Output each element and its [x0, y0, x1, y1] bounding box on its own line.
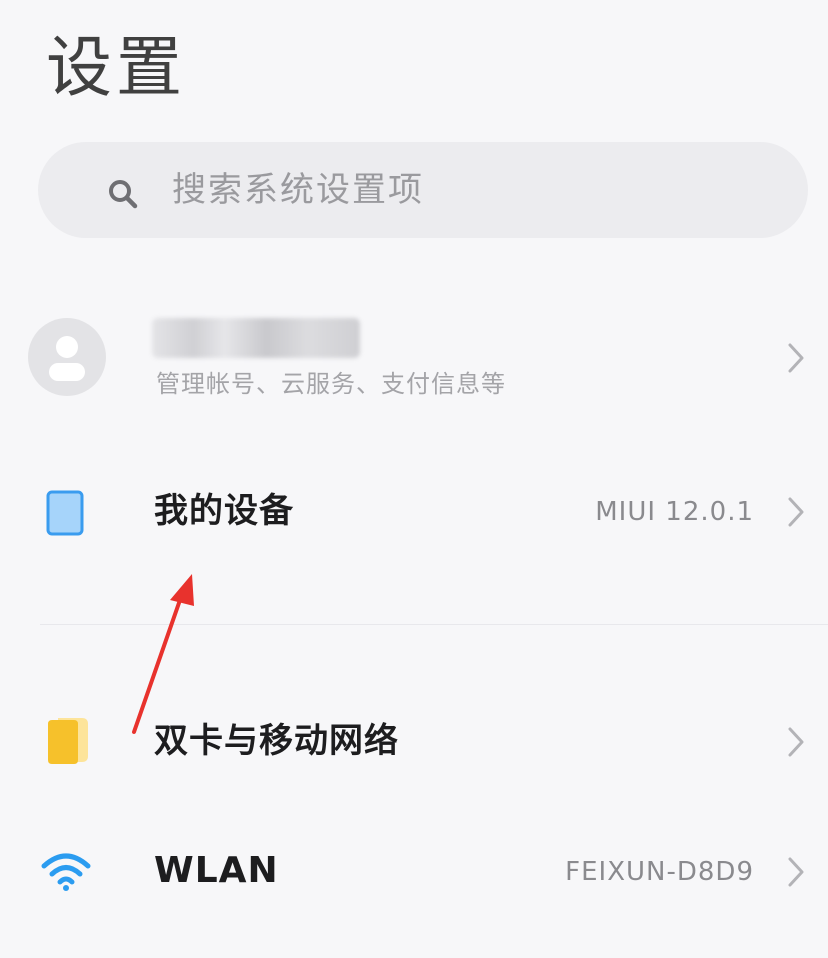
chevron-right-icon [788, 857, 804, 887]
page-title: 设置 [46, 29, 186, 106]
chevron-right-icon [788, 343, 804, 373]
annotation-arrow-icon [132, 574, 194, 734]
account-name-redacted [152, 318, 360, 358]
settings-item-wlan[interactable]: WLAN FEIXUN-D8D9 [0, 820, 828, 930]
search-placeholder: 搜索系统设置项 [172, 170, 424, 210]
settings-item-value: FEIXUN-D8D9 [565, 857, 754, 887]
sim-card-icon [48, 718, 88, 764]
settings-page: 设置 搜索系统设置项 管理帐号、云服务、支付信息等 我的设备 MIUI 12.0… [0, 0, 828, 958]
settings-item-value: MIUI 12.0.1 [595, 497, 754, 527]
account-subtitle: 管理帐号、云服务、支付信息等 [156, 370, 506, 398]
account-row[interactable]: 管理帐号、云服务、支付信息等 [0, 300, 828, 420]
settings-item-label: WLAN [154, 850, 279, 891]
user-avatar-icon [28, 318, 106, 396]
settings-item-my-device[interactable]: 我的设备 MIUI 12.0.1 [0, 460, 828, 570]
settings-item-label: 我的设备 [154, 491, 294, 531]
device-icon [46, 490, 84, 536]
chevron-right-icon [788, 497, 804, 527]
search-icon [109, 180, 138, 209]
search-bar[interactable]: 搜索系统设置项 [38, 142, 808, 238]
chevron-right-icon [788, 727, 804, 757]
wifi-icon [41, 853, 91, 891]
